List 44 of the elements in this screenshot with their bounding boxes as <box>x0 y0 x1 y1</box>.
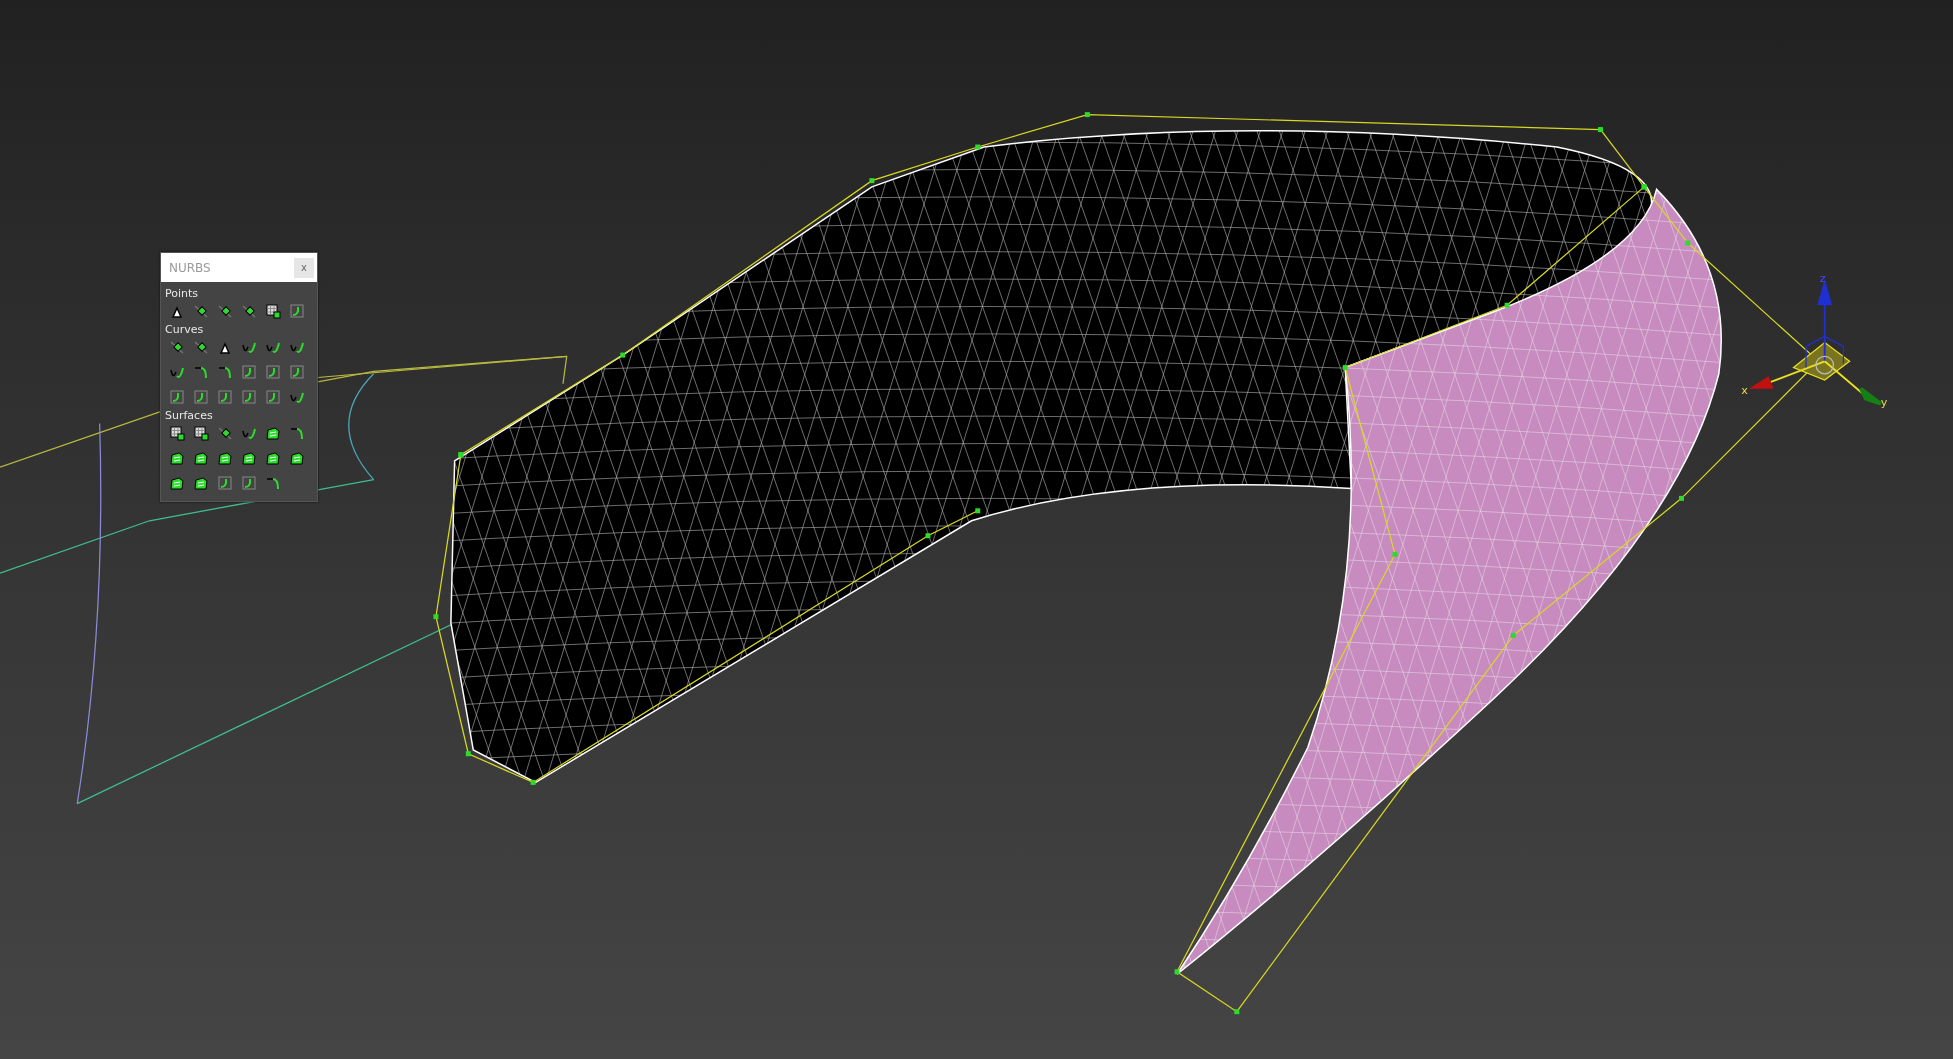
grid-patch-icon <box>265 303 281 319</box>
surface-icon <box>289 450 305 466</box>
framed-curve-icon <box>169 389 185 405</box>
surface-icon <box>217 450 233 466</box>
surface-icon <box>265 425 281 441</box>
section-label: Curves <box>165 323 205 336</box>
surface-icon <box>265 450 281 466</box>
framed-curve-icon <box>265 364 281 380</box>
panel-title: NURBS <box>169 260 211 275</box>
point-on-line-icon <box>241 303 257 319</box>
corner-curve-icon <box>193 364 209 380</box>
surface-icon <box>169 450 185 466</box>
axis-label: y <box>1880 396 1888 410</box>
framed-curve-icon <box>265 389 281 405</box>
section-label: Surfaces <box>165 409 214 422</box>
tool-button[interactable] <box>191 423 211 443</box>
axis-label: z <box>1819 271 1826 285</box>
framed-curve-icon <box>241 389 257 405</box>
corner-curve-icon <box>217 364 233 380</box>
tool-button[interactable] <box>263 301 283 321</box>
framed-curve-icon <box>217 475 233 491</box>
framed-curve-icon <box>241 364 257 380</box>
framed-curve-icon <box>193 389 209 405</box>
grid-patch-icon <box>169 425 185 441</box>
surface-icon <box>193 475 209 491</box>
point-on-line-icon <box>169 339 185 355</box>
axis-label: x <box>1741 383 1748 397</box>
tool-button[interactable] <box>167 423 187 443</box>
section-label: Points <box>165 287 200 300</box>
framed-curve-icon <box>217 389 233 405</box>
point-on-line-icon <box>193 339 209 355</box>
framed-curve-icon <box>289 303 305 319</box>
surface-icon <box>241 450 257 466</box>
corner-curve-icon <box>265 475 281 491</box>
close-button[interactable]: x <box>294 257 314 278</box>
point-on-line-icon <box>217 303 233 319</box>
framed-curve-icon <box>289 364 305 380</box>
surface-icon <box>169 475 185 491</box>
surface-icon <box>193 450 209 466</box>
point-on-line-icon <box>193 303 209 319</box>
grid-patch-icon <box>193 425 209 441</box>
point-on-line-icon <box>217 425 233 441</box>
framed-curve-icon <box>241 475 257 491</box>
corner-curve-icon <box>289 425 305 441</box>
